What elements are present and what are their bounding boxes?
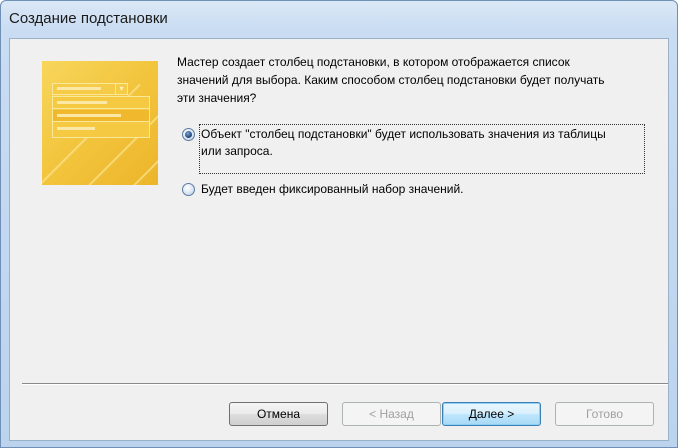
option-label-line: Объект "столбец подстановки" будет испол… — [201, 127, 606, 141]
lookup-wizard-illustration: ▾ — [42, 61, 158, 185]
window-title: Создание подстановки — [9, 10, 168, 27]
option-label-line: или запроса. — [201, 144, 273, 158]
illustration-list-row — [53, 123, 149, 135]
cancel-button[interactable]: Отмена — [229, 402, 328, 426]
illustration-row-line — [57, 114, 121, 117]
finish-button[interactable]: Готово — [555, 402, 654, 426]
back-button[interactable]: < Назад — [342, 402, 441, 426]
illustration-list-row — [53, 110, 149, 122]
radio-button-selected[interactable] — [182, 128, 195, 141]
illustration-combo-box: ▾ — [52, 83, 128, 95]
description-line: эти значения? — [177, 91, 257, 105]
illustration-combo-line — [57, 87, 101, 90]
radio-dot — [185, 131, 192, 138]
radio-button[interactable] — [182, 183, 195, 196]
next-button[interactable]: Далее > — [442, 402, 541, 426]
description-line: значений для выбора. Каким способом стол… — [177, 73, 605, 87]
illustration-list-row — [53, 97, 149, 109]
illustration-row-line — [57, 101, 107, 104]
wizard-client-area: ▾ Мастер создает столбец подстановки, в … — [9, 38, 669, 441]
option-label[interactable]: Объект "столбец подстановки" будет испол… — [201, 126, 606, 160]
lookup-wizard-window: Создание подстановки ▾ Мастер создает ст… — [0, 0, 678, 448]
option-label-line: Будет введен фиксированный набор значени… — [201, 182, 464, 196]
chevron-down-icon: ▾ — [115, 84, 127, 94]
illustration-row-line — [57, 127, 95, 130]
wizard-description: Мастер создает столбец подстановки, в ко… — [177, 53, 647, 107]
separator-line — [22, 383, 668, 385]
description-line: Мастер создает столбец подстановки, в ко… — [177, 55, 570, 69]
illustration-list — [52, 96, 150, 138]
option-label[interactable]: Будет введен фиксированный набор значени… — [201, 181, 464, 198]
title-bar[interactable]: Создание подстановки — [1, 1, 677, 37]
